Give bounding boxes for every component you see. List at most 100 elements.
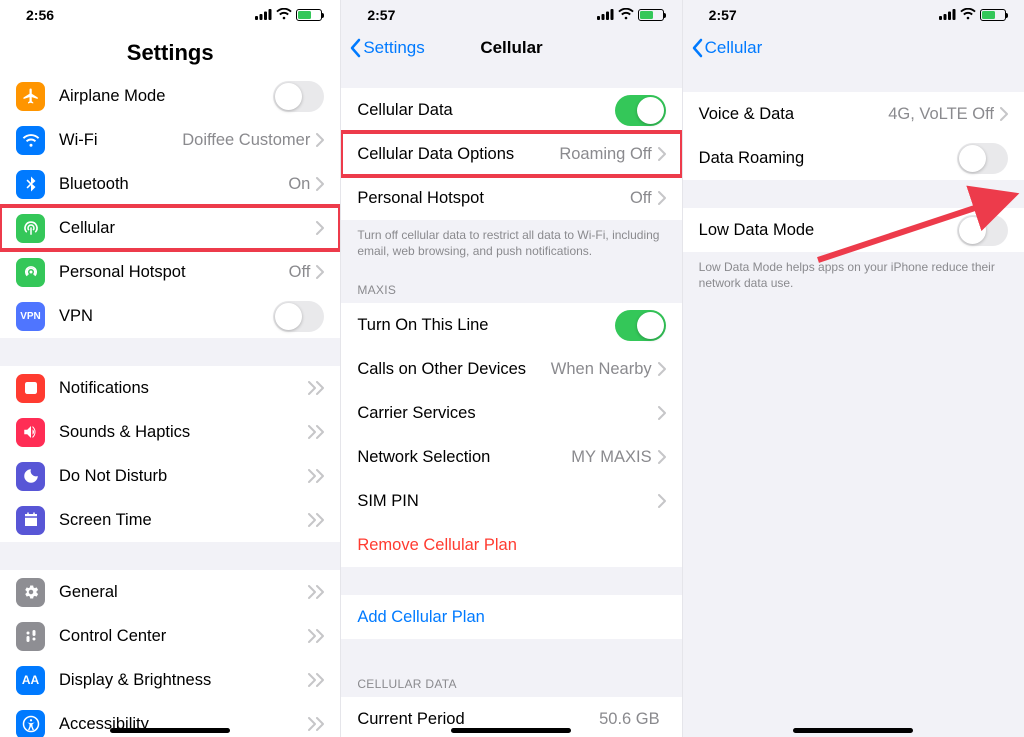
back-button[interactable]: Settings bbox=[341, 38, 424, 58]
row-general[interactable]: General bbox=[0, 570, 340, 614]
row-label: Sounds & Haptics bbox=[59, 423, 308, 442]
chevron-right-icon bbox=[658, 362, 666, 376]
status-bar: 2:56 bbox=[0, 0, 340, 26]
chevron-right-icon bbox=[308, 629, 316, 643]
row-value: Off bbox=[630, 189, 652, 208]
row-netselection[interactable]: Network SelectionMY MAXIS bbox=[341, 435, 681, 479]
dnd-icon bbox=[16, 462, 45, 491]
chevron-right-icon bbox=[316, 265, 324, 279]
row-wifi[interactable]: Wi-FiDoiffee Customer bbox=[0, 118, 340, 162]
toggle-dataroaming[interactable] bbox=[957, 143, 1008, 174]
row-label: Wi-Fi bbox=[59, 131, 182, 150]
chevron-right-icon bbox=[308, 585, 316, 599]
battery-icon bbox=[296, 9, 322, 21]
chevron-right-icon bbox=[308, 673, 316, 687]
row-display[interactable]: AA Display & Brightness bbox=[0, 658, 340, 702]
row-label: Add Cellular Plan bbox=[357, 608, 665, 627]
row-value: When Nearby bbox=[551, 360, 652, 379]
group-header-cellulardata: CELLULAR DATA bbox=[341, 639, 681, 697]
toggle-turnonline[interactable] bbox=[615, 310, 666, 341]
row-bluetooth[interactable]: BluetoothOn bbox=[0, 162, 340, 206]
chevron-right-icon bbox=[308, 717, 316, 731]
home-indicator[interactable] bbox=[110, 728, 230, 733]
nav-bar: Settings Cellular bbox=[341, 26, 681, 70]
toggle-lowdata[interactable] bbox=[957, 215, 1008, 246]
chevron-left-icon bbox=[691, 38, 703, 58]
row-cellulardata[interactable]: Cellular Data bbox=[341, 88, 681, 132]
row-celloptions[interactable]: Cellular Data OptionsRoaming Off bbox=[341, 132, 681, 176]
row-notifications[interactable]: Notifications bbox=[0, 366, 340, 410]
status-bar: 2:57 bbox=[683, 0, 1024, 26]
toggle-cellulardata[interactable] bbox=[615, 95, 666, 126]
chevron-right-icon bbox=[316, 673, 324, 687]
chevron-right-icon bbox=[316, 177, 324, 191]
row-vpn[interactable]: VPNVPN bbox=[0, 294, 340, 338]
chevron-right-icon bbox=[316, 425, 324, 439]
row-callsother[interactable]: Calls on Other DevicesWhen Nearby bbox=[341, 347, 681, 391]
row-label: VPN bbox=[59, 307, 273, 326]
home-indicator[interactable] bbox=[793, 728, 913, 733]
row-label: Current Period bbox=[357, 710, 599, 729]
chevron-right-icon bbox=[658, 494, 666, 508]
row-label: Display & Brightness bbox=[59, 671, 308, 690]
row-hotspot[interactable]: Personal HotspotOff bbox=[0, 250, 340, 294]
chevron-right-icon bbox=[658, 147, 666, 161]
row-sounds[interactable]: Sounds & Haptics bbox=[0, 410, 340, 454]
row-label: Voice & Data bbox=[699, 105, 889, 124]
row-screentime[interactable]: Screen Time bbox=[0, 498, 340, 542]
status-icons bbox=[255, 7, 322, 23]
group-cellulardata: Cellular DataCellular Data OptionsRoamin… bbox=[341, 88, 681, 220]
screen-celloptions: 2:57 Cellular Voice & Data4G, VoLTE Off D… bbox=[683, 0, 1024, 737]
screen-cellular: 2:57 Settings Cellular Cellular DataCell… bbox=[341, 0, 682, 737]
toggle-airplane[interactable] bbox=[273, 81, 324, 112]
controlcenter-icon bbox=[16, 622, 45, 651]
row-addplan[interactable]: Add Cellular Plan bbox=[341, 595, 681, 639]
chevron-right-icon bbox=[658, 450, 666, 464]
row-lowdata[interactable]: Low Data Mode bbox=[683, 208, 1024, 252]
home-indicator[interactable] bbox=[451, 728, 571, 733]
battery-icon bbox=[980, 9, 1006, 21]
row-controlcenter[interactable]: Control Center bbox=[0, 614, 340, 658]
row-turnonline[interactable]: Turn On This Line bbox=[341, 303, 681, 347]
row-value: Doiffee Customer bbox=[182, 131, 310, 150]
back-button[interactable]: Cellular bbox=[683, 38, 763, 58]
row-label: Screen Time bbox=[59, 511, 308, 530]
battery-icon bbox=[638, 9, 664, 21]
row-label: Network Selection bbox=[357, 448, 571, 467]
row-label: Remove Cellular Plan bbox=[357, 536, 665, 555]
back-label: Settings bbox=[363, 38, 424, 58]
row-hotspot[interactable]: Personal HotspotOff bbox=[341, 176, 681, 220]
row-value: 4G, VoLTE Off bbox=[888, 105, 994, 124]
group-addplan: Add Cellular Plan bbox=[341, 595, 681, 639]
chevron-right-icon bbox=[308, 513, 316, 527]
chevron-right-icon bbox=[308, 425, 316, 439]
row-carrier[interactable]: Carrier Services bbox=[341, 391, 681, 435]
chevron-right-icon bbox=[308, 381, 316, 395]
row-removeplan[interactable]: Remove Cellular Plan bbox=[341, 523, 681, 567]
nav-bar: Cellular bbox=[683, 26, 1024, 70]
toggle-vpn[interactable] bbox=[273, 301, 324, 332]
row-label: Control Center bbox=[59, 627, 308, 646]
row-label: Personal Hotspot bbox=[59, 263, 289, 282]
row-voicedata[interactable]: Voice & Data4G, VoLTE Off bbox=[683, 92, 1024, 136]
group-general: General Control Center AA Display & Brightn… bbox=[0, 570, 340, 737]
row-label: Data Roaming bbox=[699, 149, 957, 168]
wifi-icon bbox=[960, 7, 976, 23]
group-maxis: Turn On This LineCalls on Other DevicesW… bbox=[341, 303, 681, 567]
status-icons bbox=[597, 7, 664, 23]
group-footer: Turn off cellular data to restrict all d… bbox=[341, 220, 681, 263]
display-icon: AA bbox=[16, 666, 45, 695]
back-label: Cellular bbox=[705, 38, 763, 58]
row-label: General bbox=[59, 583, 308, 602]
page-title: Settings bbox=[0, 26, 340, 74]
row-simpin[interactable]: SIM PIN bbox=[341, 479, 681, 523]
row-dataroaming[interactable]: Data Roaming bbox=[683, 136, 1024, 180]
row-cellular[interactable]: Cellular bbox=[0, 206, 340, 250]
row-value: Off bbox=[289, 263, 311, 282]
chevron-right-icon bbox=[316, 469, 324, 483]
row-value: 50.6 GB bbox=[599, 710, 660, 729]
row-airplane[interactable]: Airplane Mode bbox=[0, 74, 340, 118]
row-label: Calls on Other Devices bbox=[357, 360, 550, 379]
status-icons bbox=[939, 7, 1006, 23]
row-dnd[interactable]: Do Not Disturb bbox=[0, 454, 340, 498]
